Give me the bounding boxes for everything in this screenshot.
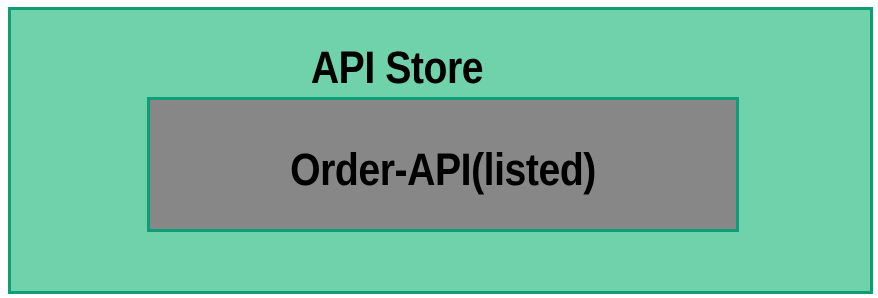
order-api-label: Order-API(listed) bbox=[290, 144, 596, 195]
order-api-box: Order-API(listed) bbox=[147, 97, 739, 232]
api-store-title: API Store bbox=[310, 42, 484, 93]
api-store-container: API Store Order-API(listed) bbox=[8, 7, 873, 294]
